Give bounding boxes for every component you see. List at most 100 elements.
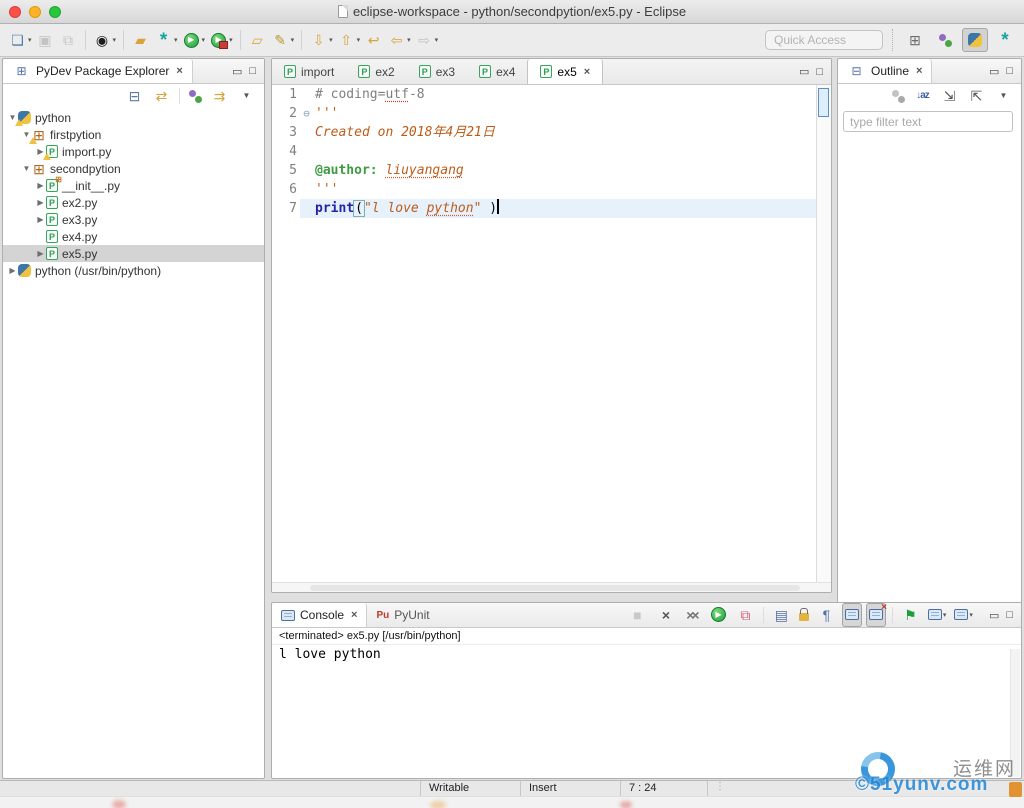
view-menu-button[interactable]: ▼: [235, 84, 258, 108]
show-on-stdout-button[interactable]: [842, 603, 862, 627]
quick-access-input[interactable]: [765, 30, 883, 50]
tree-item-import-py[interactable]: ▶Pimport.py: [3, 143, 264, 160]
filters-button[interactable]: [186, 84, 204, 108]
statusbar-drag-handle[interactable]: ⋮: [715, 781, 725, 792]
console-output[interactable]: l love python: [272, 645, 1021, 753]
tree-item-python[interactable]: ▼python: [3, 109, 264, 126]
python-file-glyph: P: [46, 213, 58, 226]
scrollbar-thumb[interactable]: [310, 585, 800, 591]
copy-console-button[interactable]: ⧉: [734, 603, 757, 627]
display-console-button[interactable]: ▾: [926, 603, 949, 627]
outline-filter-input[interactable]: [843, 111, 1013, 132]
tree-item-ex5-py[interactable]: ▶Pex5.py: [3, 245, 264, 262]
expand-arrow-icon[interactable]: ▶: [7, 266, 18, 275]
link-with-editor-button[interactable]: ⇄: [150, 84, 173, 108]
code-editor[interactable]: 1# coding=utf-82⊖'''3Created on 2018年4月2…: [272, 85, 831, 583]
next-annotation-icon: ⇩: [309, 31, 328, 50]
maximize-view-button[interactable]: □: [1006, 609, 1013, 621]
outline-tab[interactable]: ⊟ Outline ×: [838, 59, 932, 83]
user-profile-button[interactable]: ◉▾: [91, 28, 119, 52]
view-menu-button[interactable]: ▼: [992, 84, 1015, 108]
close-icon[interactable]: ×: [176, 65, 182, 77]
expand-all-button[interactable]: ⇱: [965, 84, 988, 108]
run-profile-button[interactable]: ▶▾: [207, 28, 235, 52]
expand-arrow-icon[interactable]: ▶: [35, 215, 46, 224]
open-perspective-button[interactable]: ⊞: [902, 28, 928, 52]
package-explorer-tab[interactable]: ⊞ PyDev Package Explorer ×: [3, 59, 193, 83]
back-button[interactable]: ⇦▾: [385, 28, 413, 52]
console-tab-console[interactable]: Console×: [272, 603, 367, 627]
editor-tab-ex5[interactable]: Pex5×: [527, 59, 603, 84]
tree-item-label: ex3.py: [62, 213, 97, 227]
sort-alphabetical-button[interactable]: ↓az: [911, 84, 934, 108]
tree-item-label: python (/usr/bin/python): [35, 264, 161, 278]
close-icon[interactable]: ×: [351, 609, 357, 621]
close-icon[interactable]: ×: [584, 66, 590, 78]
fold-marker-icon[interactable]: ⊖: [300, 104, 313, 123]
minimize-view-button[interactable]: ▭: [989, 65, 999, 78]
editor-tab-ex2[interactable]: Pex2: [346, 59, 406, 84]
show-on-stderr-button[interactable]: [866, 603, 886, 627]
remove-launch-button[interactable]: ×: [653, 603, 676, 627]
maximize-view-button[interactable]: □: [249, 65, 256, 77]
line-number: 7: [272, 199, 300, 218]
terminate-button[interactable]: ■: [626, 603, 649, 627]
debug-button[interactable]: *▾: [152, 28, 180, 52]
new-wizard-button[interactable]: ❏▾: [6, 28, 34, 52]
minimize-view-button[interactable]: ▭: [799, 65, 809, 78]
editor-tab-ex3[interactable]: Pex3: [407, 59, 467, 84]
tree-item-ex2-py[interactable]: ▶Pex2.py: [3, 194, 264, 211]
console-tab-pyunit[interactable]: PuPyUnit: [367, 603, 438, 627]
scrollbar-thumb[interactable]: [818, 88, 829, 117]
editor-tab-ex4[interactable]: Pex4: [467, 59, 527, 84]
minimize-view-button[interactable]: ▭: [989, 609, 999, 622]
forward-button[interactable]: ⇨▾: [413, 28, 441, 52]
editor-tab-import[interactable]: Pimport: [272, 59, 346, 84]
pydev-browser-button[interactable]: ▰: [129, 28, 152, 52]
annotation-brush-button[interactable]: ✎▾: [269, 28, 297, 52]
open-console-button[interactable]: ▾: [952, 603, 975, 627]
expand-arrow-icon[interactable]: ▼: [21, 164, 32, 173]
console-scrollbar[interactable]: [1010, 649, 1020, 777]
open-resource-button[interactable]: ▱: [246, 28, 269, 52]
zoom-window-button[interactable]: [49, 6, 61, 18]
pin-console-button[interactable]: ⚑: [899, 603, 922, 627]
last-edit-location-button[interactable]: ↩: [362, 28, 385, 52]
run-button[interactable]: ▶▾: [180, 28, 208, 52]
collapse-all-button[interactable]: ⊟: [123, 84, 146, 108]
maximize-view-button[interactable]: □: [816, 66, 823, 78]
close-icon[interactable]: ×: [916, 65, 922, 77]
overview-ruler[interactable]: [816, 85, 831, 583]
previous-annotation-button[interactable]: ⇧▾: [335, 28, 363, 52]
save-button[interactable]: ▣: [34, 28, 57, 52]
expand-arrow-icon[interactable]: ▶: [35, 198, 46, 207]
link-disabled-button[interactable]: [889, 84, 907, 108]
perspective-debug-button[interactable]: *: [992, 28, 1018, 52]
perspective-other-button[interactable]: [932, 28, 958, 52]
scroll-lock-button[interactable]: [797, 603, 811, 627]
expand-arrow-icon[interactable]: ▶: [35, 181, 46, 190]
minimize-window-button[interactable]: [29, 6, 41, 18]
perspective-python-button[interactable]: [962, 28, 988, 52]
save-all-button[interactable]: ⧉: [57, 28, 80, 52]
word-wrap-button[interactable]: ¶: [815, 603, 838, 627]
minimize-view-button[interactable]: ▭: [232, 65, 242, 78]
view-menu-icon: ▼: [237, 86, 256, 105]
sync-view-button[interactable]: ⇉: [208, 84, 231, 108]
horizontal-scrollbar[interactable]: [272, 582, 832, 592]
tree-item-secondpytion[interactable]: ▼⊞secondpytion: [3, 160, 264, 177]
clear-console-button[interactable]: ▤: [770, 603, 793, 627]
tree-item-python-usr-bin-python-[interactable]: ▶ python (/usr/bin/python): [3, 262, 264, 279]
close-window-button[interactable]: [9, 6, 21, 18]
maximize-view-button[interactable]: □: [1006, 65, 1013, 77]
dropdown-arrow-icon: ▾: [202, 36, 206, 44]
relaunch-button[interactable]: ▶: [707, 603, 730, 627]
expand-arrow-icon[interactable]: ▶: [35, 249, 46, 258]
tree-item--init-py[interactable]: ▶P__init__.py: [3, 177, 264, 194]
collapse-all-button[interactable]: ⇲: [938, 84, 961, 108]
tree-item-ex4-py[interactable]: Pex4.py: [3, 228, 264, 245]
tree-item-ex3-py[interactable]: ▶Pex3.py: [3, 211, 264, 228]
remove-all-terminated-button[interactable]: ××: [680, 603, 703, 627]
tree-item-firstpytion[interactable]: ▼⊞firstpytion: [3, 126, 264, 143]
next-annotation-button[interactable]: ⇩▾: [307, 28, 335, 52]
